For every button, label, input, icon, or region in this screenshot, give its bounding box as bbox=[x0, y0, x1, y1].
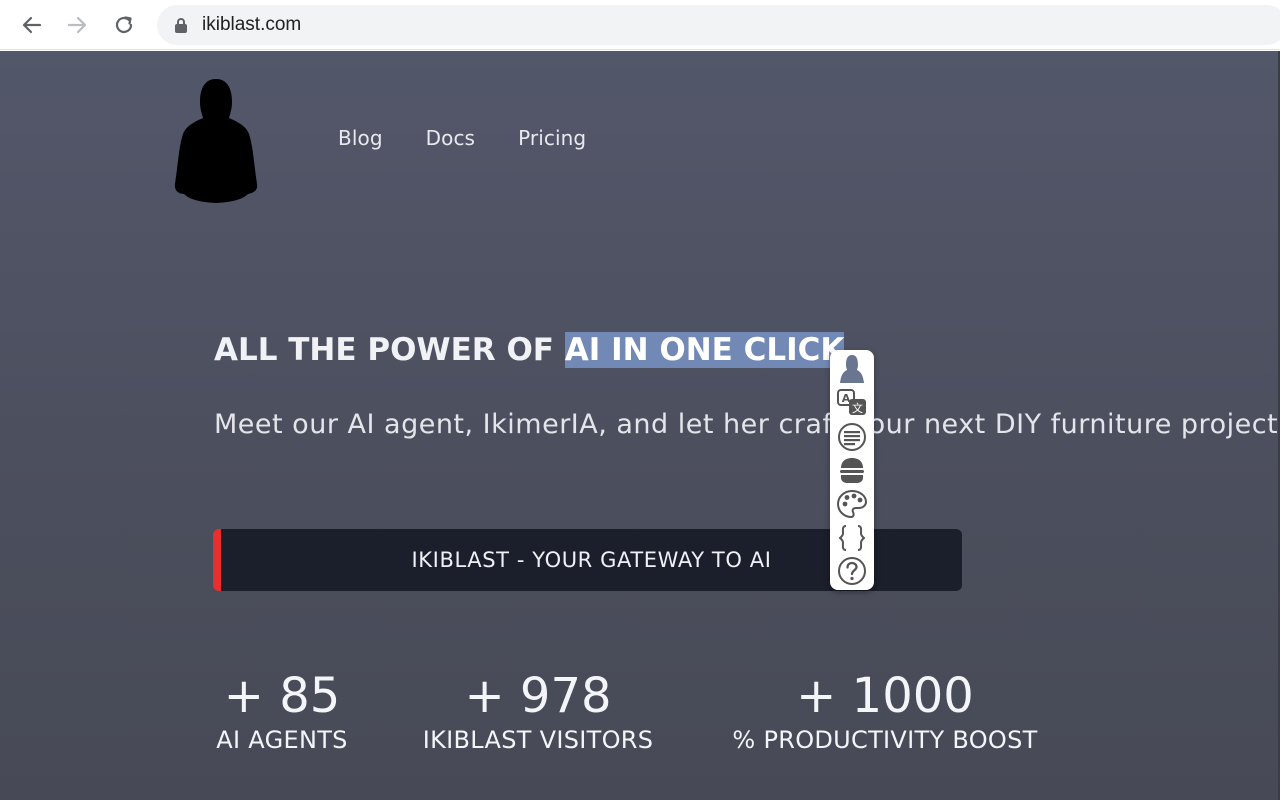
nav-link-docs[interactable]: Docs bbox=[426, 126, 475, 150]
stat-visitors: + 978 IKIBLAST VISITORS bbox=[417, 668, 659, 756]
cta-label: IKIBLAST - YOUR GATEWAY TO AI bbox=[411, 548, 772, 572]
stat-ai-agents: + 85 AI AGENTS bbox=[214, 668, 350, 756]
stat-value: + 85 bbox=[223, 668, 341, 724]
reload-button[interactable] bbox=[108, 9, 140, 41]
avatar-icon bbox=[840, 355, 864, 383]
help-button[interactable] bbox=[834, 555, 870, 587]
stat-label: IKIBLAST VISITORS bbox=[422, 726, 654, 754]
palette-button[interactable] bbox=[834, 488, 870, 520]
avatar-button[interactable] bbox=[834, 353, 870, 385]
stat-value: + 978 bbox=[464, 668, 612, 724]
address-bar[interactable]: ikiblast.com bbox=[157, 5, 1280, 45]
translate-button[interactable]: A 文 bbox=[834, 387, 870, 419]
forward-arrow-icon bbox=[67, 16, 87, 34]
selection-toolbar-popup: A 文 bbox=[830, 350, 874, 590]
stat-label: % PRODUCTIVITY BOOST bbox=[732, 726, 1038, 754]
summarize-button[interactable] bbox=[834, 421, 870, 453]
headline-plain: ALL THE POWER OF bbox=[214, 332, 565, 368]
svg-text:文: 文 bbox=[852, 401, 863, 415]
browser-toolbar: ikiblast.com bbox=[0, 0, 1280, 50]
nav-link-blog[interactable]: Blog bbox=[338, 126, 383, 150]
reload-icon bbox=[115, 16, 133, 34]
hero-subheadline: Meet our AI agent, IkimerIA, and let her… bbox=[214, 409, 1279, 440]
translate-icon: A 文 bbox=[837, 389, 866, 415]
stat-label: AI AGENTS bbox=[216, 726, 348, 754]
help-icon bbox=[838, 557, 866, 585]
code-braces-icon bbox=[838, 525, 866, 551]
back-button[interactable] bbox=[16, 9, 48, 41]
hooded-figure-icon bbox=[174, 79, 258, 203]
headline-selected-text: AI IN ONE CLICK bbox=[564, 332, 845, 368]
stat-value: + 1000 bbox=[796, 668, 974, 724]
summarize-icon bbox=[838, 423, 866, 451]
page-content: Blog Docs Pricing ALL THE POWER OF AI IN… bbox=[0, 51, 1280, 800]
lock-icon[interactable] bbox=[174, 17, 188, 33]
code-button[interactable] bbox=[834, 522, 870, 554]
main-nav: Blog Docs Pricing bbox=[338, 126, 629, 150]
back-arrow-icon bbox=[22, 16, 42, 34]
nav-link-pricing[interactable]: Pricing bbox=[518, 126, 586, 150]
palette-icon bbox=[836, 489, 868, 519]
burger-icon bbox=[840, 458, 864, 483]
site-logo[interactable] bbox=[172, 76, 260, 206]
burger-button[interactable] bbox=[834, 454, 870, 486]
stat-productivity: + 1000 % PRODUCTIVITY BOOST bbox=[726, 668, 1044, 756]
forward-button[interactable] bbox=[61, 9, 93, 41]
url-text[interactable]: ikiblast.com bbox=[202, 14, 301, 36]
hero-headline: ALL THE POWER OF AI IN ONE CLICK bbox=[214, 327, 845, 373]
